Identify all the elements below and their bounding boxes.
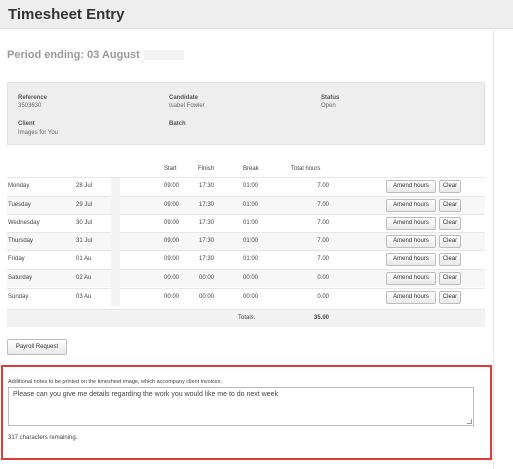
status-label: Status — [321, 95, 340, 101]
redacted-area — [143, 50, 184, 61]
clear-button[interactable]: Clear — [439, 180, 461, 193]
date-cell: 28 Jul — [76, 183, 93, 189]
total-cell: 7.00 — [317, 256, 329, 262]
break-cell: 00:00 — [243, 275, 259, 281]
characters-remaining: 317 characters remaining. — [8, 435, 78, 441]
candidate-value: Isabel Fowler — [169, 103, 205, 109]
amend-hours-button[interactable]: Amend hours — [386, 253, 436, 266]
break-cell: 01:00 — [243, 202, 259, 208]
finish-cell: 00:00 — [199, 275, 215, 281]
date-cell: 31 Jul — [76, 238, 93, 244]
start-cell: 09:00 — [164, 183, 180, 189]
page-title: Timesheet Entry — [8, 6, 125, 23]
day-cell: Wednesday — [8, 220, 40, 226]
reference-label: Reference — [18, 95, 48, 101]
table-row: Friday 01 Au 09:00 17:30 01:00 7.00 Amen… — [7, 250, 485, 268]
break-cell: 01:00 — [243, 238, 259, 244]
date-cell: 30 Jul — [76, 220, 93, 226]
start-cell: 00:00 — [164, 275, 180, 281]
total-cell: 7.00 — [317, 202, 329, 208]
reference-value: 3503630 — [18, 103, 42, 109]
table-row: Saturday 02 Au 00:00 00:00 00:00 0.00 Am… — [7, 269, 485, 287]
start-cell: 09:00 — [164, 220, 180, 226]
column-header-start: Start — [164, 166, 177, 172]
clear-button[interactable]: Clear — [439, 217, 461, 230]
finish-cell: 17:30 — [199, 256, 215, 262]
finish-cell: 00:00 — [199, 294, 215, 300]
clear-button[interactable]: Clear — [439, 272, 461, 285]
amend-hours-button[interactable]: Amend hours — [386, 272, 436, 285]
total-cell: 0.00 — [317, 275, 329, 281]
notes-text: Please can you give me details regarding… — [13, 391, 278, 398]
table-row: Thursday 31 Jul 09:00 17:30 01:00 7.00 A… — [7, 232, 485, 250]
table-row: Monday 28 Jul 09:00 17:30 01:00 7.00 Ame… — [7, 177, 485, 195]
total-cell: 7.00 — [317, 220, 329, 226]
day-cell: Friday — [8, 256, 25, 262]
table-row: Wednesday 30 Jul 09:00 17:30 01:00 7.00 … — [7, 214, 485, 232]
finish-cell: 17:30 — [199, 238, 215, 244]
amend-hours-button[interactable]: Amend hours — [386, 217, 436, 230]
timesheet-info-panel: Reference 3503630 Candidate Isabel Fowle… — [7, 82, 485, 145]
day-cell: Sunday — [8, 294, 29, 300]
client-label: Client — [18, 121, 35, 127]
finish-cell: 17:30 — [199, 220, 215, 226]
amend-hours-button[interactable]: Amend hours — [386, 180, 436, 193]
start-cell: 09:00 — [164, 256, 180, 262]
clear-button[interactable]: Clear — [439, 235, 461, 248]
day-cell: Thursday — [8, 238, 34, 244]
notes-section: Additional notes to be printed on the ti… — [1, 365, 492, 460]
total-cell: 7.00 — [317, 183, 329, 189]
date-cell: 03 Au — [76, 294, 92, 300]
totals-row: Totals: 35.00 — [7, 309, 485, 327]
column-header-total: Total hours — [291, 166, 321, 172]
total-cell: 7.00 — [317, 238, 329, 244]
resize-handle-icon[interactable] — [467, 419, 472, 424]
day-cell: Tuesday — [8, 202, 31, 208]
day-cell: Saturday — [8, 275, 33, 281]
start-cell: 00:00 — [164, 294, 180, 300]
total-cell: 0.00 — [317, 294, 329, 300]
break-cell: 00:00 — [243, 294, 259, 300]
day-cell: Monday — [8, 183, 30, 189]
finish-cell: 17:30 — [199, 202, 215, 208]
status-value: Open — [321, 103, 336, 109]
notes-label: Additional notes to be printed on the ti… — [8, 379, 223, 385]
clear-button[interactable]: Clear — [439, 199, 461, 212]
notes-textarea[interactable]: Please can you give me details regarding… — [8, 387, 474, 426]
candidate-label: Candidate — [169, 95, 199, 101]
payroll-request-button[interactable]: Payroll Request — [7, 339, 67, 355]
period-ending-label: Period ending: 03 August — [7, 49, 140, 61]
client-value: Images for You — [18, 130, 59, 136]
start-cell: 09:00 — [164, 238, 180, 244]
date-cell: 01 Au — [76, 256, 92, 262]
clear-button[interactable]: Clear — [439, 253, 461, 266]
table-row: Tuesday 29 Jul 09:00 17:30 01:00 7.00 Am… — [7, 196, 485, 214]
finish-cell: 17:30 — [199, 183, 215, 189]
period-ending: Period ending: 03 August — [7, 49, 184, 61]
amend-hours-button[interactable]: Amend hours — [386, 291, 436, 304]
break-cell: 01:00 — [243, 220, 259, 226]
start-cell: 09:00 — [164, 202, 180, 208]
clear-button[interactable]: Clear — [439, 291, 461, 304]
break-cell: 01:00 — [243, 183, 259, 189]
amend-hours-button[interactable]: Amend hours — [386, 199, 436, 212]
divider — [493, 30, 494, 469]
column-header-finish: Finish — [198, 166, 215, 172]
date-cell: 02 Au — [76, 275, 92, 281]
page-header: Timesheet Entry — [0, 0, 513, 29]
totals-value: 35.00 — [313, 315, 329, 321]
date-cell: 29 Jul — [76, 202, 93, 208]
column-header-break: Break — [243, 166, 259, 172]
batch-label: Batch — [169, 121, 186, 127]
table-row: Sunday 03 Au 00:00 00:00 00:00 0.00 Amen… — [7, 288, 485, 306]
amend-hours-button[interactable]: Amend hours — [386, 235, 436, 248]
totals-label: Totals: — [238, 315, 256, 321]
redacted-area — [111, 178, 120, 306]
break-cell: 01:00 — [243, 256, 259, 262]
